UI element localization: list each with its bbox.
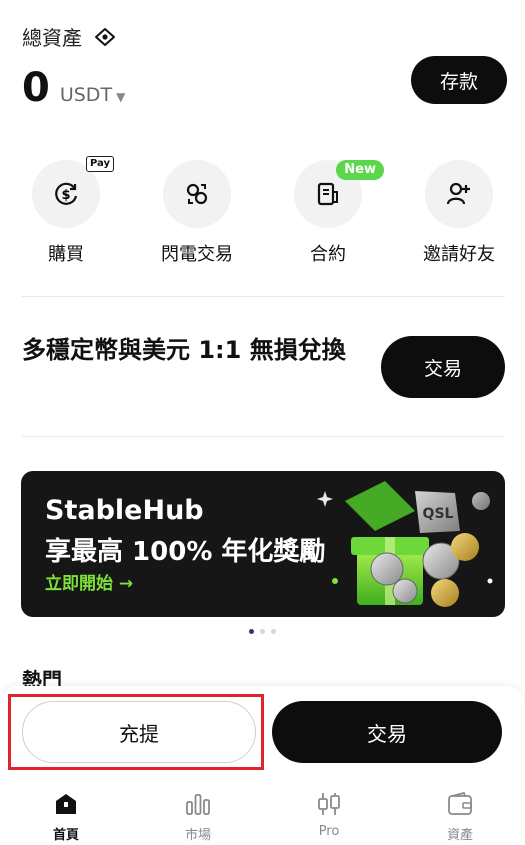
bottom-tab-bar: 首頁 市場 Pro 資產 bbox=[0, 778, 525, 845]
carousel-dots bbox=[0, 629, 525, 634]
quick-action-buy[interactable]: $ Pay 購買 bbox=[11, 156, 121, 266]
candlestick-icon bbox=[314, 790, 344, 818]
new-badge: New bbox=[336, 160, 384, 180]
promo-trade-button[interactable]: 交易 bbox=[381, 336, 505, 398]
bottom-action-bar: 充提 交易 bbox=[0, 686, 525, 778]
deposit-button[interactable]: 存款 bbox=[411, 56, 507, 104]
tab-label: 資產 bbox=[446, 828, 473, 843]
quick-action-label: 邀請好友 bbox=[423, 244, 495, 265]
carousel-dot-active[interactable] bbox=[249, 629, 254, 634]
gift-coins-illustration: QSL bbox=[317, 481, 493, 607]
apple-pay-badge-text: Pay bbox=[89, 158, 110, 169]
tab-label: 市場 bbox=[184, 828, 211, 843]
quick-action-label: 合約 bbox=[310, 244, 346, 265]
promo-text: 多穩定幣與美元 1:1 無損兌換 bbox=[22, 336, 346, 364]
recharge-button[interactable]: 充提 bbox=[22, 701, 256, 763]
banner-cta-link[interactable]: 立即開始 → bbox=[45, 569, 133, 594]
tab-home[interactable]: 首頁 bbox=[21, 790, 111, 843]
home-icon bbox=[51, 790, 81, 818]
invite-circle bbox=[425, 160, 493, 228]
dollar-refresh-icon: $ bbox=[55, 182, 78, 205]
carousel-dot[interactable] bbox=[271, 629, 276, 634]
hot-section-title: 熱門 bbox=[22, 668, 62, 686]
trade-button[interactable]: 交易 bbox=[272, 701, 502, 763]
quick-action-flash-trade[interactable]: 閃電交易 bbox=[142, 160, 252, 266]
banner-subtitle: 享最高 100% 年化獎勵 bbox=[45, 537, 326, 567]
tab-label: 首頁 bbox=[52, 828, 79, 843]
swap-circles-icon bbox=[186, 183, 208, 205]
quick-action-contract[interactable]: New 合約 bbox=[273, 160, 384, 266]
quick-action-label: 閃電交易 bbox=[161, 244, 233, 265]
tab-pro[interactable]: Pro bbox=[284, 790, 374, 839]
tab-label: Pro bbox=[318, 824, 340, 839]
caret-down-icon: ▼ bbox=[116, 90, 126, 104]
divider bbox=[22, 296, 505, 297]
svg-text:QSL: QSL bbox=[423, 506, 454, 522]
carousel-dot[interactable] bbox=[260, 629, 265, 634]
flash-trade-circle bbox=[163, 160, 231, 228]
stablecoin-promo: 多穩定幣與美元 1:1 無損兌換 交易 bbox=[22, 330, 505, 410]
add-user-icon bbox=[446, 182, 470, 205]
market-bars-icon bbox=[183, 790, 213, 818]
asset-header: 總資產 0 USDT ▼ 存款 bbox=[22, 22, 507, 112]
wallet-icon bbox=[445, 790, 475, 818]
quick-actions: $ Pay 購買 閃電交易 New 合約 邀請好友 bbox=[0, 156, 525, 270]
total-assets-row: 總資產 bbox=[22, 22, 507, 51]
svg-text:$: $ bbox=[61, 188, 70, 203]
quick-action-invite[interactable]: 邀請好友 bbox=[404, 160, 514, 266]
tab-assets[interactable]: 資產 bbox=[415, 790, 505, 843]
currency-unit: USDT bbox=[59, 84, 113, 106]
buy-circle: $ Pay bbox=[32, 156, 114, 228]
balance-value: 0 bbox=[22, 65, 50, 111]
contract-circle: New bbox=[294, 160, 384, 228]
quick-action-label: 購買 bbox=[48, 244, 84, 265]
apple-pay-badge: Pay bbox=[85, 156, 114, 172]
divider bbox=[22, 436, 505, 437]
tab-market[interactable]: 市場 bbox=[153, 790, 243, 843]
contract-document-icon bbox=[317, 182, 338, 206]
currency-selector[interactable]: USDT ▼ bbox=[60, 84, 125, 106]
eye-icon[interactable] bbox=[92, 24, 118, 50]
balance-row: 0 USDT ▼ bbox=[22, 66, 125, 110]
total-assets-label: 總資產 bbox=[22, 26, 82, 50]
stablehub-banner[interactable]: StableHub 享最高 100% 年化獎勵 立即開始 → QSL bbox=[21, 471, 505, 617]
banner-title: StableHub bbox=[45, 495, 204, 526]
